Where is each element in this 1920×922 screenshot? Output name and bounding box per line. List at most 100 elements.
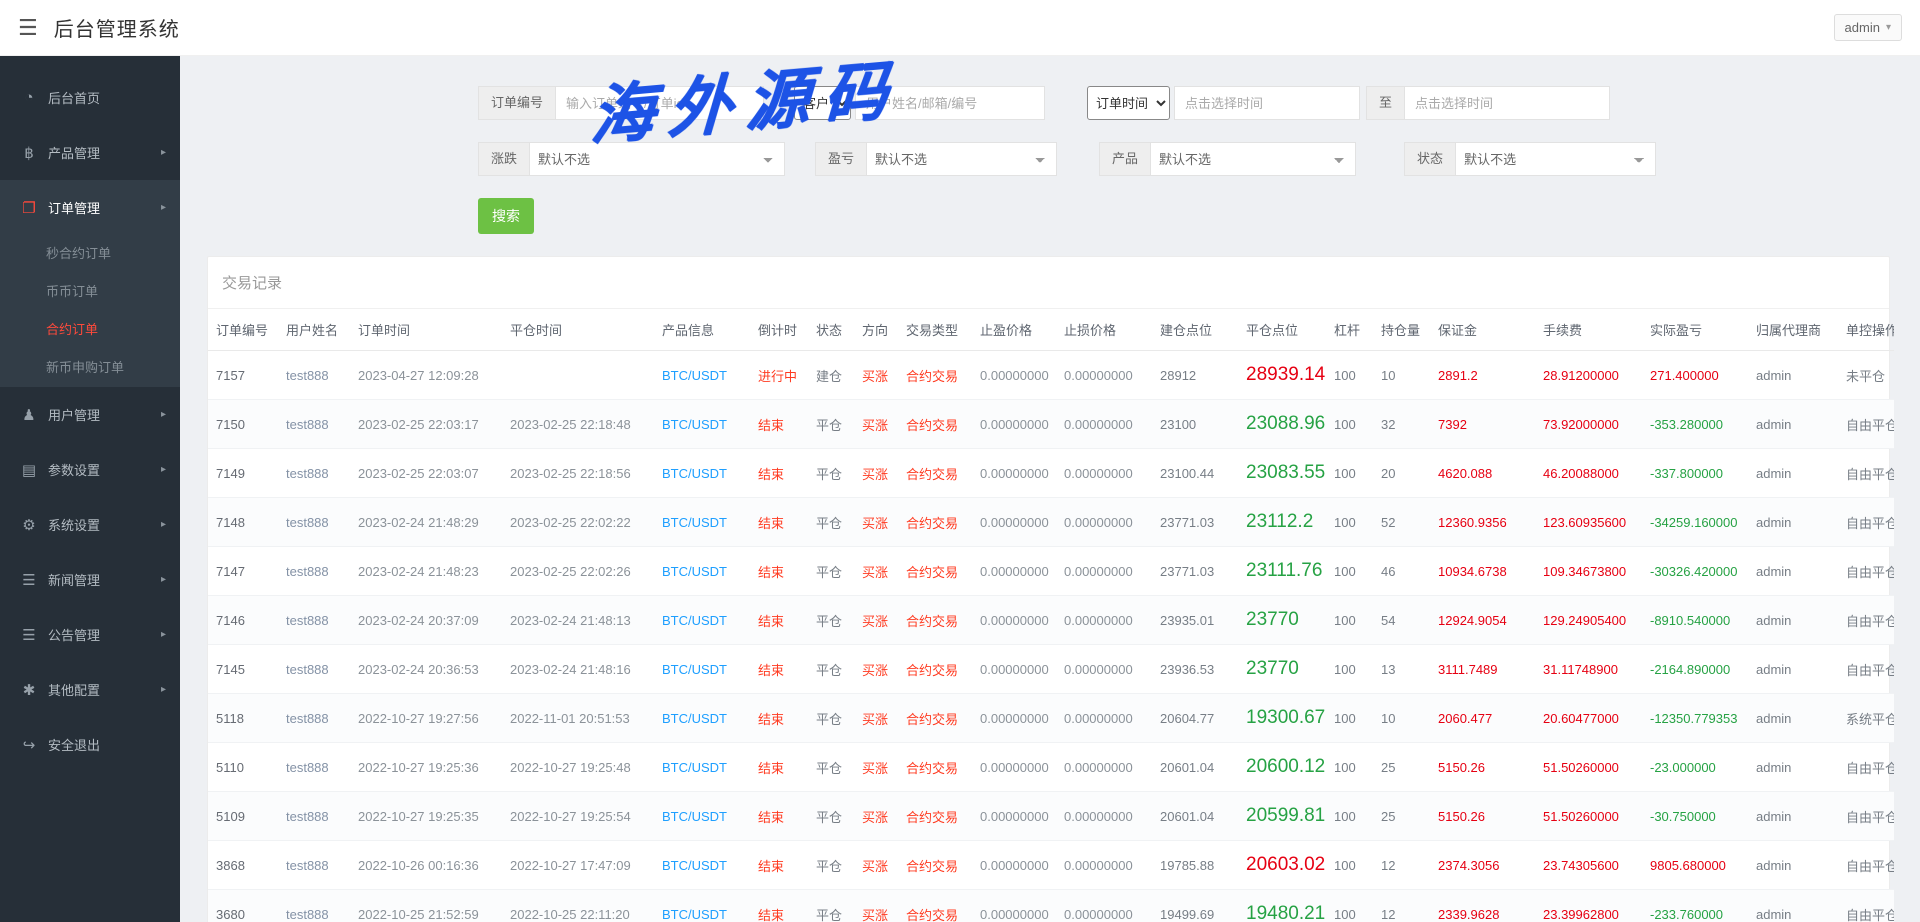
cell-trade-type: 合约交易 — [898, 498, 972, 547]
cell-trade-type: 合约交易 — [898, 547, 972, 596]
cell-open-time: 2022-10-27 19:25:35 — [350, 792, 502, 841]
cell-order-id: 5110 — [208, 743, 278, 792]
trade-records-title: 交易记录 — [208, 257, 1889, 309]
filter-product-select[interactable]: 默认不选 — [1151, 142, 1356, 176]
cell-open-time: 2023-02-24 21:48:23 — [350, 547, 502, 596]
cell-open-point: 19499.69 — [1152, 890, 1238, 922]
cell-open-point: 23771.03 — [1152, 547, 1238, 596]
cell-close-point: 23083.55 — [1238, 449, 1326, 498]
cell-close-time: 2023-02-24 21:48:16 — [502, 645, 654, 694]
sidebar-item-orders[interactable]: ❐订单管理▸ — [0, 180, 180, 235]
cell-take-profit: 0.00000000 — [972, 694, 1056, 743]
cell-status: 平仓 — [808, 645, 854, 694]
cell-product[interactable]: BTC/USDT — [654, 351, 750, 400]
sidebar-group-news: ☰新闻管理▸ — [0, 552, 180, 607]
cell-margin: 3111.7489 — [1430, 645, 1535, 694]
sidebar-subitem-seconds-contract-orders[interactable]: 秒合约订单 — [0, 235, 180, 273]
cell-open-point: 23771.03 — [1152, 498, 1238, 547]
filter-row-2: 涨跌 默认不选 盈亏 默认不选 产品 默认不选 状态 默认不选 — [478, 142, 1890, 176]
cell-fee: 129.24905400 — [1535, 596, 1642, 645]
sidebar-group-notices: ☰公告管理▸ — [0, 607, 180, 662]
cell-margin: 12924.9054 — [1430, 596, 1535, 645]
cell-open-point: 28912 — [1152, 351, 1238, 400]
filter-customer-input[interactable] — [855, 86, 1045, 120]
cell-control: 系统平仓 — [1838, 694, 1894, 743]
cell-product[interactable]: BTC/USDT — [654, 449, 750, 498]
cell-trade-type: 合约交易 — [898, 449, 972, 498]
cell-agent: admin — [1748, 841, 1838, 890]
cell-status: 平仓 — [808, 743, 854, 792]
cell-direction: 买涨 — [854, 841, 898, 890]
sidebar-item-system[interactable]: ⚙系统设置▸ — [0, 497, 180, 552]
filter-time-from-input[interactable] — [1174, 86, 1360, 120]
cell-agent: admin — [1748, 547, 1838, 596]
cell-trade-type: 合约交易 — [898, 890, 972, 922]
cell-stop-loss: 0.00000000 — [1056, 498, 1152, 547]
cell-leverage: 100 — [1326, 792, 1373, 841]
cell-control: 自由平仓 — [1838, 841, 1894, 890]
sidebar-subitem-new-coin-subscribe-orders[interactable]: 新币申购订单 — [0, 349, 180, 387]
cell-product[interactable]: BTC/USDT — [654, 400, 750, 449]
sidebar-subitem-coin-coin-orders[interactable]: 币币订单 — [0, 273, 180, 311]
cell-trade-type: 合约交易 — [898, 694, 972, 743]
sidebar-item-news[interactable]: ☰新闻管理▸ — [0, 552, 180, 607]
filter-updown-label: 涨跌 — [478, 142, 530, 176]
cell-margin: 4620.088 — [1430, 449, 1535, 498]
filter-customer-type-select[interactable]: 客户 — [794, 86, 851, 120]
filter-updown-select[interactable]: 默认不选 — [530, 142, 785, 176]
sidebar-item-products[interactable]: ฿产品管理▸ — [0, 125, 180, 180]
cell-take-profit: 0.00000000 — [972, 792, 1056, 841]
cell-margin: 2060.477 — [1430, 694, 1535, 743]
cell-profit: 271.400000 — [1642, 351, 1748, 400]
cell-control: 自由平仓 — [1838, 596, 1894, 645]
filter-pl-select[interactable]: 默认不选 — [867, 142, 1057, 176]
cell-control: 自由平仓 — [1838, 792, 1894, 841]
cell-status: 平仓 — [808, 890, 854, 922]
cell-close-time: 2022-10-27 19:25:54 — [502, 792, 654, 841]
cell-product[interactable]: BTC/USDT — [654, 841, 750, 890]
cell-product[interactable]: BTC/USDT — [654, 596, 750, 645]
cell-trade-type: 合约交易 — [898, 743, 972, 792]
admin-dropdown[interactable]: admin ▾ — [1834, 14, 1902, 41]
trade-table-head: 订单编号用户姓名订单时间平仓时间产品信息倒计时状态方向交易类型止盈价格止损价格建… — [208, 309, 1894, 351]
sidebar-item-label: 产品管理 — [48, 143, 100, 162]
sidebar-item-logout[interactable]: ↪安全退出 — [0, 717, 180, 772]
sidebar-subitem-contract-orders[interactable]: 合约订单 — [0, 311, 180, 349]
cell-close-point: 23112.2 — [1238, 498, 1326, 547]
cell-open-time: 2023-02-25 22:03:07 — [350, 449, 502, 498]
col-0: 订单编号 — [208, 309, 278, 351]
sidebar-item-params[interactable]: ▤参数设置▸ — [0, 442, 180, 497]
cell-product[interactable]: BTC/USDT — [654, 645, 750, 694]
chevron-right-icon: ▸ — [161, 409, 166, 420]
sidebar-item-dashboard[interactable]: ◔后台首页 — [0, 70, 180, 125]
cell-product[interactable]: BTC/USDT — [654, 792, 750, 841]
filter-time-type-select[interactable]: 订单时间 — [1087, 86, 1170, 120]
cell-open-point: 23100.44 — [1152, 449, 1238, 498]
table-row: 3868test8882022-10-26 00:16:362022-10-27… — [208, 841, 1894, 890]
search-button[interactable]: 搜索 — [478, 198, 534, 234]
sidebar-item-users[interactable]: ♟用户管理▸ — [0, 387, 180, 442]
cell-product[interactable]: BTC/USDT — [654, 890, 750, 922]
cell-product[interactable]: BTC/USDT — [654, 498, 750, 547]
filter-status-select[interactable]: 默认不选 — [1456, 142, 1656, 176]
cell-open-time: 2023-02-25 22:03:17 — [350, 400, 502, 449]
hamburger-icon[interactable]: ☰ — [18, 17, 38, 39]
cell-profit: 9805.680000 — [1642, 841, 1748, 890]
cell-product[interactable]: BTC/USDT — [654, 694, 750, 743]
cell-countdown: 结束 — [750, 400, 808, 449]
sidebar-item-other-config[interactable]: ✱其他配置▸ — [0, 662, 180, 717]
cell-leverage: 100 — [1326, 694, 1373, 743]
col-2: 订单时间 — [350, 309, 502, 351]
sidebar-item-label: 系统设置 — [48, 515, 100, 534]
filter-order-no-input[interactable] — [556, 86, 764, 120]
cell-fee: 46.20088000 — [1535, 449, 1642, 498]
cell-username: test888 — [278, 596, 350, 645]
filter-time-to-input[interactable] — [1405, 86, 1610, 120]
cell-control: 自由平仓 — [1838, 743, 1894, 792]
cell-open-point: 23936.53 — [1152, 645, 1238, 694]
cell-product[interactable]: BTC/USDT — [654, 547, 750, 596]
cell-product[interactable]: BTC/USDT — [654, 743, 750, 792]
cell-fee: 51.50260000 — [1535, 792, 1642, 841]
sidebar-item-notices[interactable]: ☰公告管理▸ — [0, 607, 180, 662]
col-7: 方向 — [854, 309, 898, 351]
